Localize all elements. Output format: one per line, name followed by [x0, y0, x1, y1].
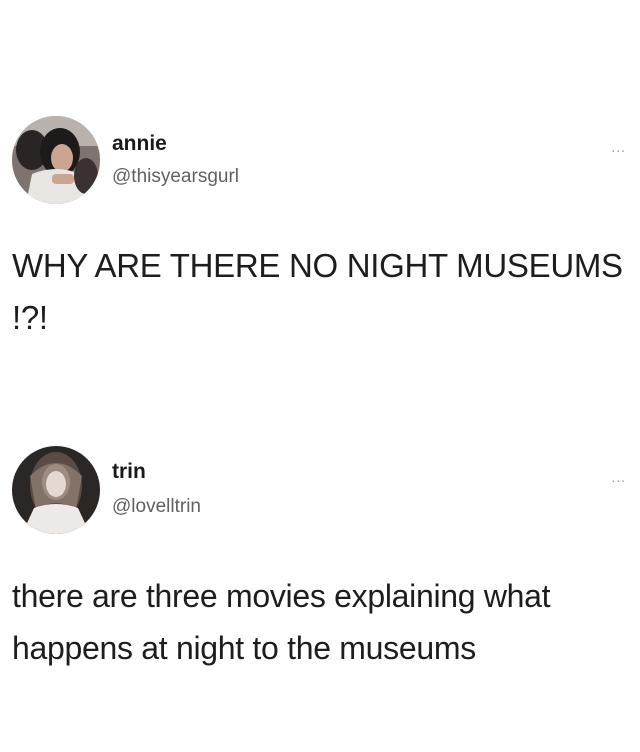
more-options-icon[interactable]: ... — [611, 140, 626, 154]
display-name[interactable]: trin — [112, 460, 146, 484]
tweet-text: there are three movies explaining what h… — [12, 578, 551, 666]
avatar-photo — [12, 446, 100, 534]
user-handle[interactable]: @lovelltrin — [112, 496, 201, 518]
avatar-photo — [12, 116, 100, 204]
avatar[interactable] — [12, 116, 100, 204]
more-options-icon[interactable]: ... — [611, 470, 626, 484]
tweet-text: WHY ARE THERE NO NIGHT MUSEUMS !?! — [12, 247, 623, 336]
display-name[interactable]: annie — [112, 132, 167, 156]
user-handle[interactable]: @thisyearsgurl — [112, 166, 239, 188]
avatar[interactable] — [12, 446, 100, 534]
